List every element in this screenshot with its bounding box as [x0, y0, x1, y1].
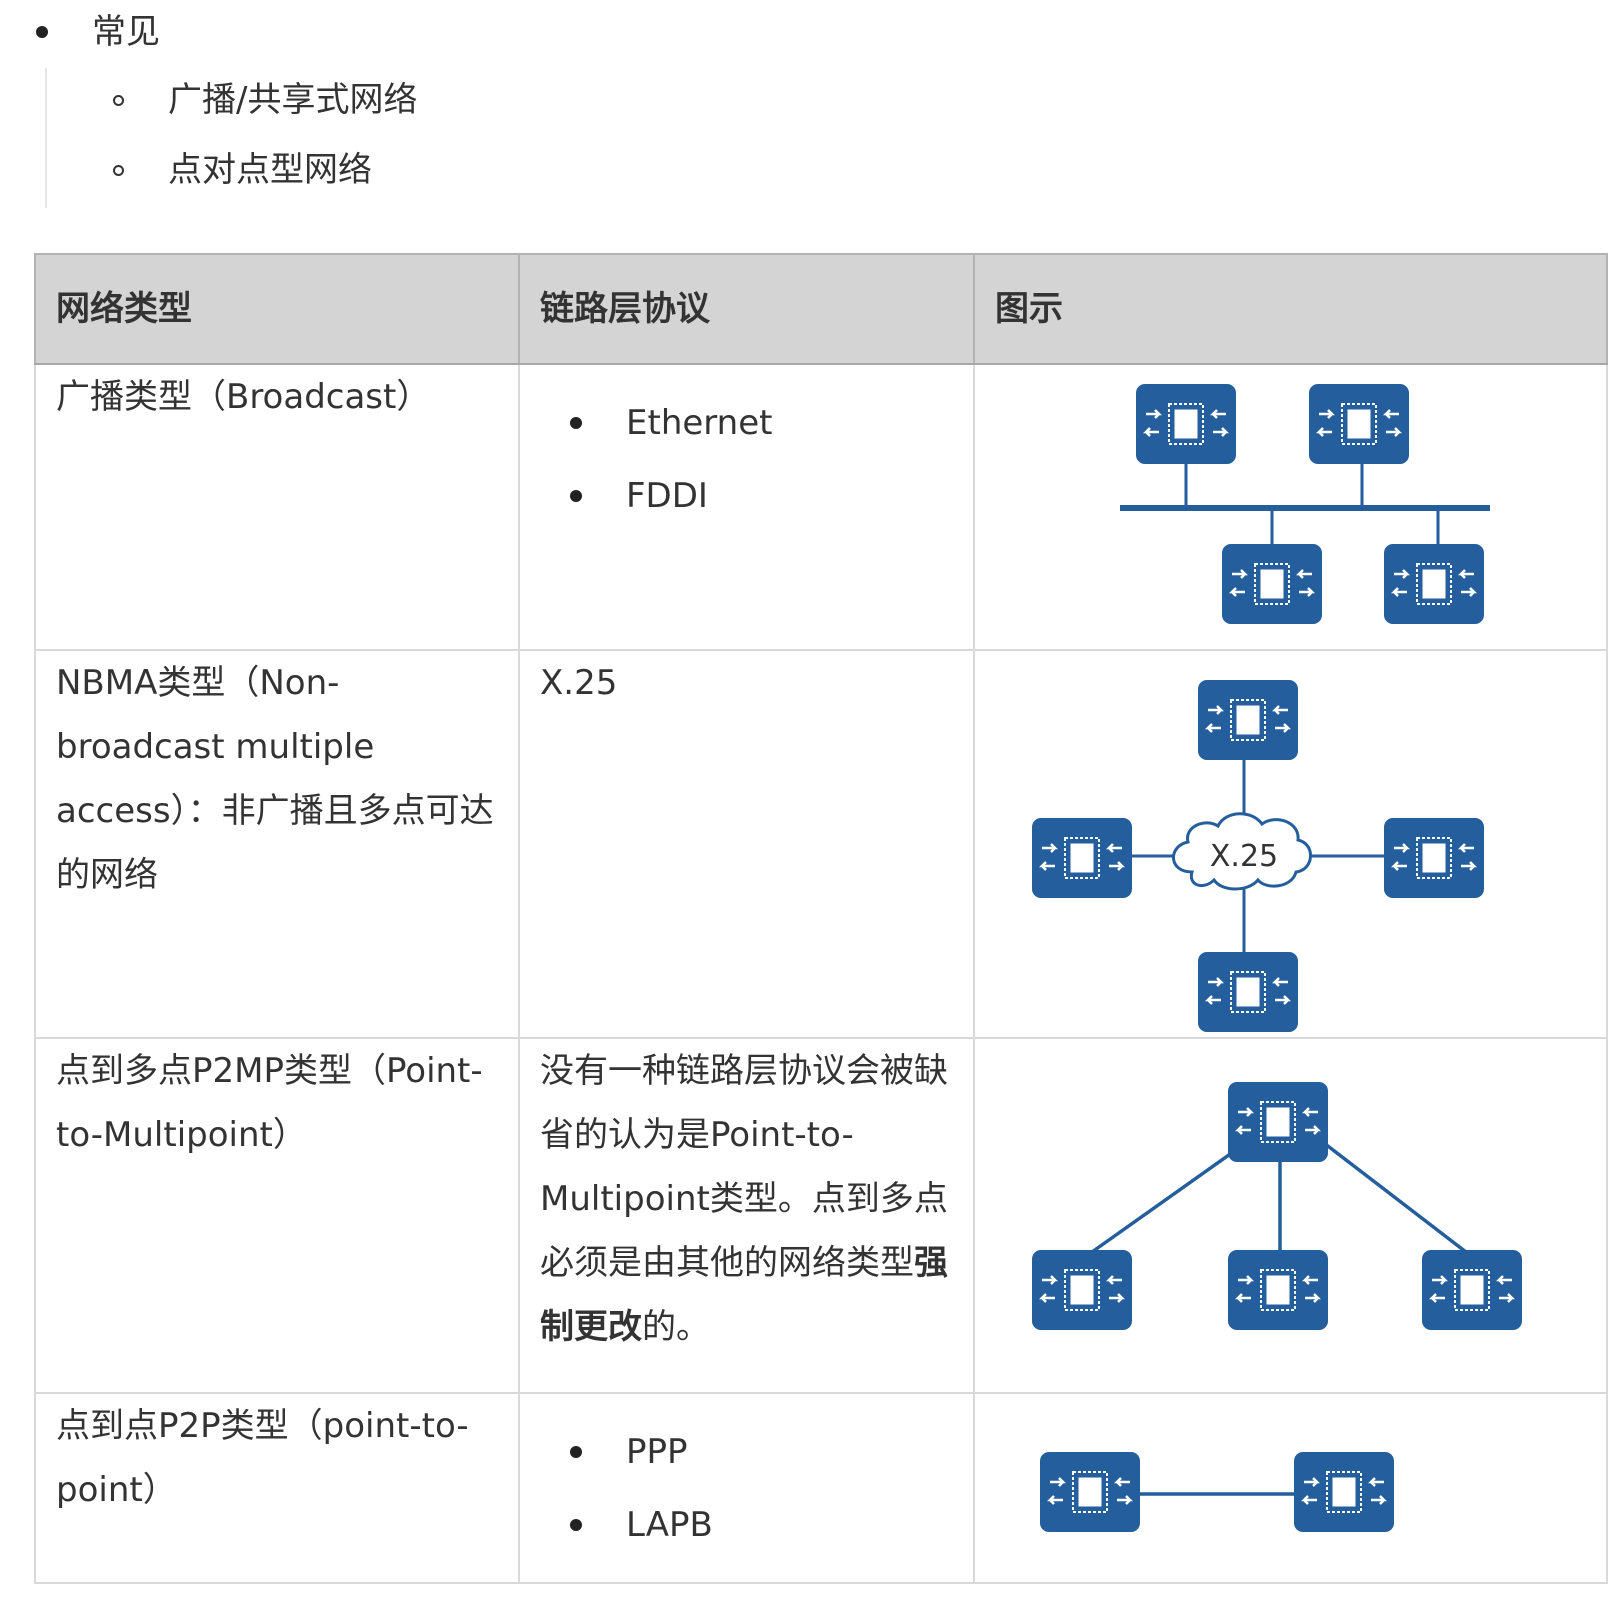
protocol-description-end: 的。 [642, 1307, 710, 1347]
network-type-table: 网络类型 链路层协议 图示 广播类型（Broadcast） Ethernet F… [34, 253, 1608, 1584]
list-item-common: 常见 [92, 12, 160, 52]
header-network-type: 网络类型 [34, 253, 520, 365]
nested-list-guide [45, 68, 47, 208]
diagram-cell [973, 1392, 1608, 1584]
list-item: LAPB [540, 1489, 953, 1562]
protocol-cell: PPP LAPB [518, 1392, 975, 1584]
table-row: 广播类型（Broadcast） Ethernet FDDI [34, 363, 1608, 651]
bullet-icon [36, 26, 48, 38]
diagram-cell [973, 649, 1608, 1039]
protocol-description: 没有一种链路层协议会被缺省的认为是Point-to-Multipoint类型。点… [540, 1051, 948, 1283]
circle-bullet-icon [113, 95, 124, 106]
table-row: 点到点P2P类型（point-to-point） PPP LAPB [34, 1392, 1608, 1584]
network-type-cell: 广播类型（Broadcast） [34, 363, 520, 651]
list-item: PPP [540, 1416, 953, 1489]
network-type-cell: 点到多点P2MP类型（Point-to-Multipoint） [34, 1037, 520, 1394]
protocol-name: PPP [626, 1432, 688, 1472]
header-diagram: 图示 [973, 253, 1608, 365]
circle-bullet-icon [113, 165, 124, 176]
sublist-item-p2p: 点对点型网络 [168, 150, 372, 190]
protocol-name: LAPB [626, 1505, 713, 1545]
network-type-cell: NBMA类型（Non-broadcast multiple access）：非广… [34, 649, 520, 1039]
protocol-list: Ethernet FDDI [540, 387, 953, 533]
table-header-row: 网络类型 链路层协议 图示 [34, 253, 1608, 365]
protocol-name: FDDI [626, 476, 708, 516]
diagram-cell [973, 363, 1608, 651]
protocol-list: PPP LAPB [540, 1416, 953, 1562]
list-item: FDDI [540, 460, 953, 533]
table-row: NBMA类型（Non-broadcast multiple access）：非广… [34, 649, 1608, 1039]
top-bullet-list: 常见 广播/共享式网络 点对点型网络 [0, 0, 1618, 215]
bullet-icon [570, 1519, 582, 1531]
protocol-cell: 没有一种链路层协议会被缺省的认为是Point-to-Multipoint类型。点… [518, 1037, 975, 1394]
bullet-icon [570, 1446, 582, 1458]
table-row: 点到多点P2MP类型（Point-to-Multipoint） 没有一种链路层协… [34, 1037, 1608, 1394]
list-item: Ethernet [540, 387, 953, 460]
sublist-item-broadcast: 广播/共享式网络 [168, 80, 418, 120]
protocol-name: Ethernet [626, 403, 773, 443]
header-link-protocol: 链路层协议 [518, 253, 975, 365]
bullet-icon [570, 417, 582, 429]
diagram-cell [973, 1037, 1608, 1394]
protocol-cell: Ethernet FDDI [518, 363, 975, 651]
bullet-icon [570, 490, 582, 502]
network-type-cell: 点到点P2P类型（point-to-point） [34, 1392, 520, 1584]
protocol-cell: X.25 [518, 649, 975, 1039]
